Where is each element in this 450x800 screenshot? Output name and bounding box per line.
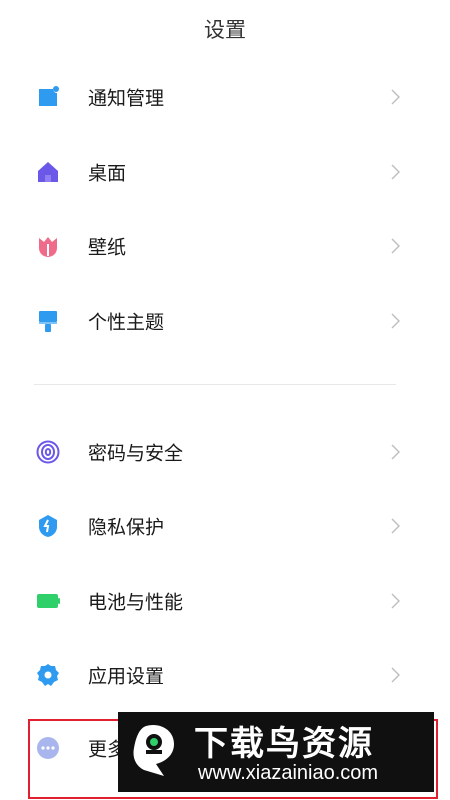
settings-item-label: 个性主题 bbox=[88, 311, 165, 334]
chevron-right-icon bbox=[389, 238, 401, 254]
page-title: 设置 bbox=[204, 18, 246, 42]
watermark-url: www.xiazainiao.com bbox=[198, 762, 379, 784]
settings-item-wallpaper[interactable]: 壁纸 bbox=[0, 216, 450, 276]
settings-item-label: 电池与性能 bbox=[88, 591, 184, 614]
section-divider bbox=[34, 384, 396, 385]
settings-item-password-security[interactable]: 密码与安全 bbox=[0, 422, 450, 482]
settings-item-battery[interactable]: 电池与性能 bbox=[0, 571, 450, 631]
notification-icon bbox=[36, 85, 60, 109]
settings-item-app-settings[interactable]: 应用设置 bbox=[0, 645, 450, 705]
settings-item-label: 隐私保护 bbox=[88, 516, 165, 539]
fingerprint-icon bbox=[36, 440, 60, 464]
chevron-right-icon bbox=[389, 89, 401, 105]
settings-item-label: 应用设置 bbox=[88, 665, 165, 688]
settings-item-label: 壁纸 bbox=[88, 236, 127, 259]
chevron-right-icon bbox=[389, 313, 401, 329]
privacy-shield-icon bbox=[36, 514, 60, 538]
settings-item-label: 通知管理 bbox=[88, 87, 165, 110]
settings-item-label: 密码与安全 bbox=[88, 442, 184, 465]
gear-icon bbox=[36, 663, 60, 687]
watermark-logo-icon bbox=[126, 720, 184, 784]
chevron-right-icon bbox=[389, 164, 401, 180]
settings-item-label: 桌面 bbox=[88, 162, 127, 185]
settings-item-notifications[interactable]: 通知管理 bbox=[0, 67, 450, 127]
theme-brush-icon bbox=[36, 309, 60, 333]
settings-item-privacy[interactable]: 隐私保护 bbox=[0, 496, 450, 556]
chevron-right-icon bbox=[389, 667, 401, 683]
home-icon bbox=[36, 160, 60, 184]
chevron-right-icon bbox=[389, 518, 401, 534]
chevron-right-icon bbox=[389, 593, 401, 609]
watermark-title: 下载鸟资源 bbox=[194, 724, 374, 764]
settings-item-desktop[interactable]: 桌面 bbox=[0, 142, 450, 202]
wallpaper-tulip-icon bbox=[36, 234, 60, 258]
settings-item-themes[interactable]: 个性主题 bbox=[0, 291, 450, 351]
watermark-banner: 下载鸟资源 www.xiazainiao.com bbox=[118, 712, 434, 792]
battery-icon bbox=[36, 589, 60, 613]
chevron-right-icon bbox=[389, 444, 401, 460]
